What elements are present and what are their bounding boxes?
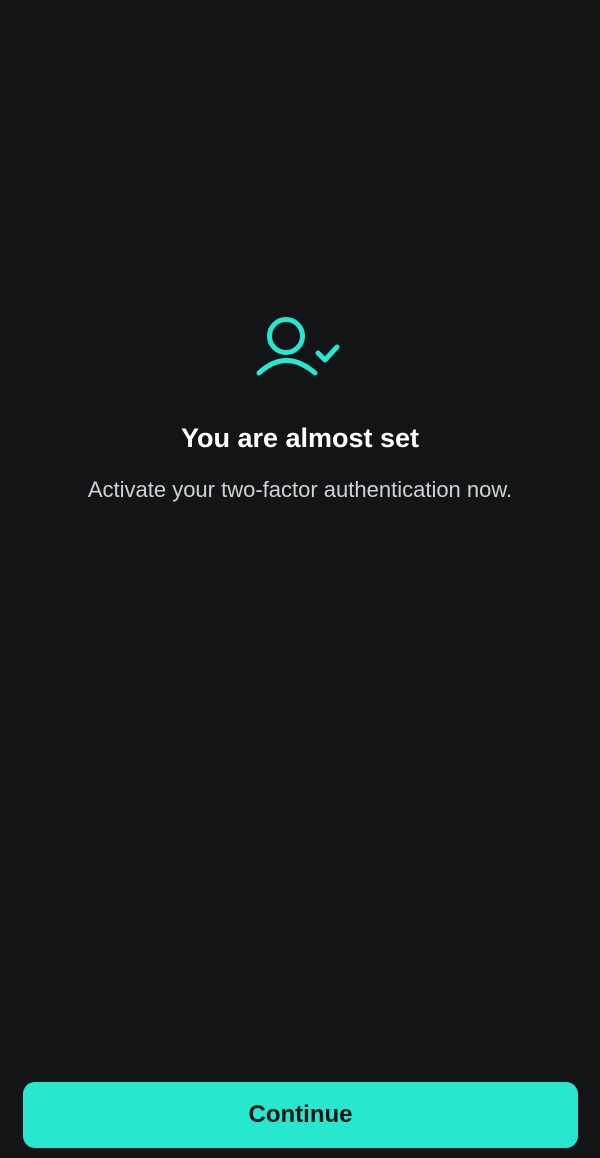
user-check-icon — [255, 312, 345, 380]
two-factor-setup-screen: You are almost set Activate your two-fac… — [0, 0, 600, 1158]
page-subtitle: Activate your two-factor authentication … — [87, 477, 513, 502]
page-title: You are almost set — [180, 423, 420, 453]
continue-button[interactable]: Continue — [23, 1082, 578, 1148]
main-content: You are almost set Activate your two-fac… — [0, 312, 600, 505]
